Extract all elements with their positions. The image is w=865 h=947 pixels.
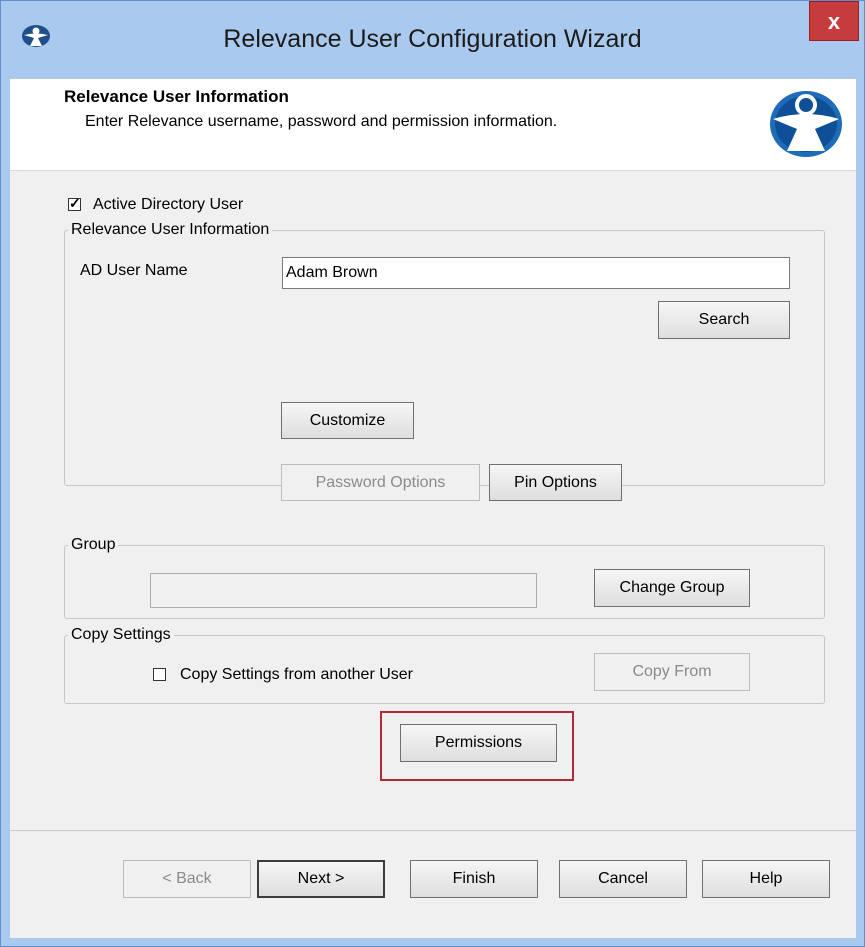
customize-button[interactable]: Customize <box>281 402 414 439</box>
header-subtitle: Enter Relevance username, password and p… <box>85 113 558 130</box>
header-title: Relevance User Information <box>64 87 289 106</box>
wizard-header: Relevance User Information Enter Relevan… <box>10 79 856 171</box>
wizard-body: Relevance User Information Enter Relevan… <box>10 79 856 938</box>
copy-from-button[interactable]: Copy From <box>594 653 750 691</box>
thinmanager-logo-icon <box>770 91 842 157</box>
ad-user-name-input[interactable]: Adam Brown <box>282 257 790 289</box>
ad-user-name-label: AD User Name <box>80 262 188 279</box>
back-button[interactable]: < Back <box>123 860 251 898</box>
change-group-button[interactable]: Change Group <box>594 569 750 607</box>
window-title: Relevance User Configuration Wizard <box>223 25 642 53</box>
title-bar: Relevance User Configuration Wizard x <box>1 1 864 79</box>
footer-separator <box>10 830 856 831</box>
copy-settings-legend: Copy Settings <box>71 626 171 643</box>
active-directory-label: Active Directory User <box>93 196 244 213</box>
copy-settings-checkbox[interactable] <box>153 668 166 681</box>
finish-button[interactable]: Finish <box>410 860 538 898</box>
password-options-button[interactable]: Password Options <box>281 464 480 501</box>
close-button[interactable]: x <box>809 1 859 41</box>
search-button[interactable]: Search <box>658 301 790 339</box>
user-info-legend: Relevance User Information <box>71 221 270 238</box>
help-button[interactable]: Help <box>702 860 830 898</box>
permissions-button[interactable]: Permissions <box>400 724 557 762</box>
copy-settings-label: Copy Settings from another User <box>180 666 413 683</box>
group-field[interactable] <box>150 573 537 608</box>
checkmark-icon: ✓ <box>69 195 81 211</box>
wizard-window: Relevance User Configuration Wizard x Re… <box>0 0 865 947</box>
next-button[interactable]: Next > <box>257 860 385 898</box>
cancel-button[interactable]: Cancel <box>559 860 687 898</box>
pin-options-button[interactable]: Pin Options <box>489 464 622 501</box>
active-directory-checkbox[interactable]: ✓ <box>68 195 81 211</box>
group-legend: Group <box>71 536 116 553</box>
